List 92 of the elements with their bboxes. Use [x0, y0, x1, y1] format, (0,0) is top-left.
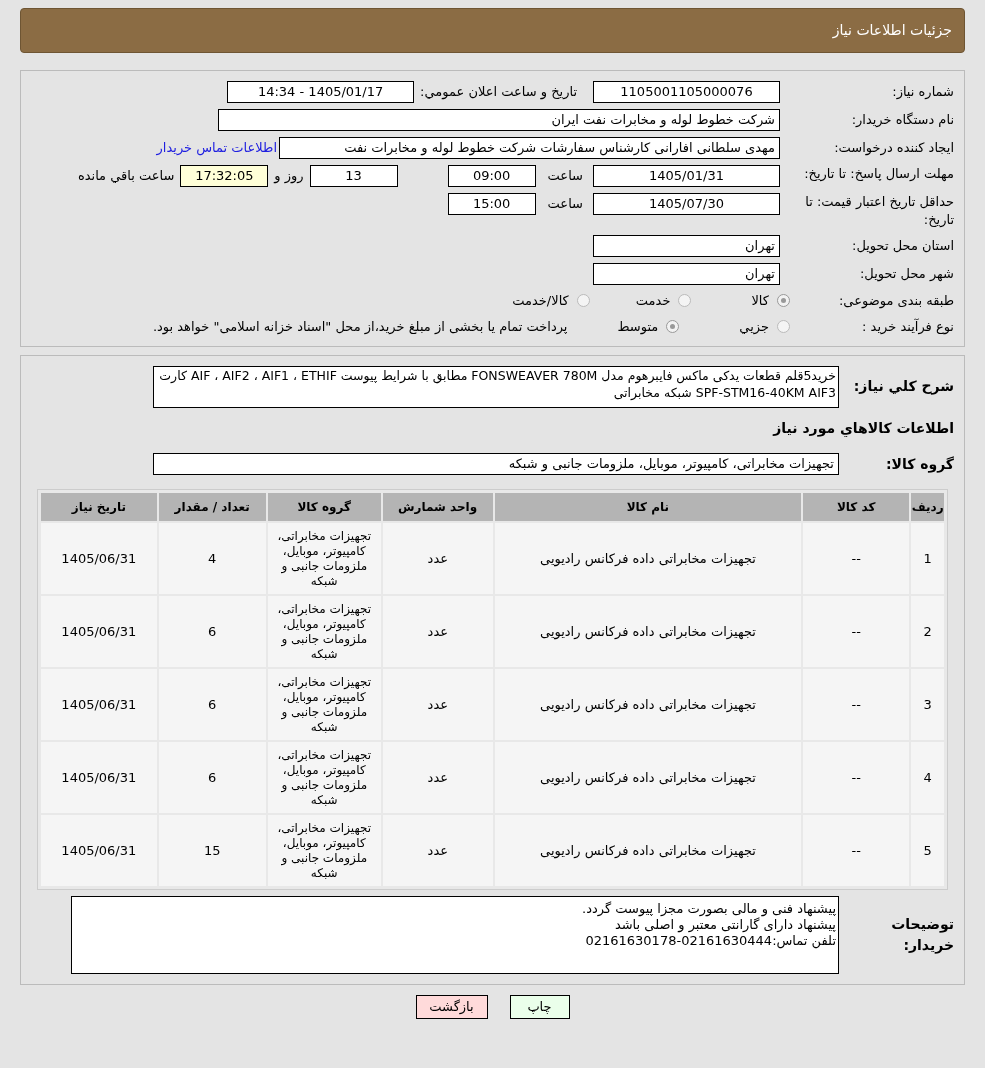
table-cell: 1405/06/31 — [61, 842, 137, 859]
table-cell: 3 — [923, 696, 932, 713]
table-cell: -- — [851, 696, 861, 713]
field-label: تاريخ و ساعت اعلان عمومي: — [420, 83, 577, 102]
section-title: اطلاعات كالاهاي مورد نياز — [771, 419, 954, 439]
radio-label: خدمت — [635, 292, 671, 310]
field-value: مهدی سلطانی افارانی کارشناس سفارشات شرکت خطوط لوله و مخابرات نفت — [279, 137, 780, 159]
table-cell: عدد — [427, 696, 448, 713]
table-cell: 5 — [923, 842, 932, 859]
back-button[interactable]: بازگشت — [415, 995, 488, 1019]
field-value: 09:00 — [447, 165, 536, 187]
table-cell: 4 — [208, 550, 217, 567]
notes-line: پیشنهاد فنی و مالی بصورت مجزا پیوست گردد. — [581, 901, 836, 917]
radio-label: كالا — [751, 292, 769, 310]
radio-button[interactable] — [678, 294, 692, 308]
radio-label: جزيي — [739, 317, 769, 336]
radio-label: كالا/خدمت — [512, 292, 569, 310]
field-value: تهران — [593, 235, 780, 257]
column-header: واحد شمارش — [382, 493, 493, 521]
table-cell-text: تجهیزات مخابراتی، کامپیوتر، موبایل، ملزومات جانبی و شبکه — [276, 601, 373, 662]
field-value: 1405/01/31 — [593, 165, 780, 187]
column-header: نام کالا — [494, 493, 802, 521]
purchase-note: پرداخت تمام یا بخشی از مبلغ خرید،از محل "اسناد خزانه اسلامی" خواهد بود. — [152, 317, 568, 336]
field-value: 1405/01/17 - 14:34 — [227, 81, 415, 103]
table-cell: عدد — [427, 842, 448, 859]
field-label: ساعت — [547, 167, 583, 185]
field-label: شرح كلي نياز: — [852, 377, 954, 397]
field-label: حداقل تاریخ اعتبار قیمت: تا تاریخ: — [804, 193, 954, 229]
radio-button[interactable] — [777, 319, 790, 333]
field-label: شماره نیاز: — [891, 83, 954, 102]
table-cell: 1405/06/31 — [61, 769, 137, 786]
field-value: 17:32:05 — [180, 165, 269, 187]
field-label: مهلت ارسال پاسخ: تا تاریخ: — [804, 165, 954, 183]
table-cell-text: تجهیزات مخابراتی، کامپیوتر، موبایل، ملزومات جانبی و شبکه — [276, 528, 373, 589]
field-label: استان محل تحویل: — [851, 237, 954, 256]
table-cell: تجهیزات مخابراتی داده فرکانس رادیویی — [540, 769, 756, 786]
table-cell: -- — [851, 842, 861, 859]
table-cell: عدد — [427, 769, 448, 786]
table-cell: -- — [851, 769, 861, 786]
field-label: ساعت — [547, 195, 583, 213]
table-cell-text: تجهیزات مخابراتی، کامپیوتر، موبایل، ملزومات جانبی و شبکه — [276, 820, 373, 881]
column-header: تاریخ نیاز — [41, 493, 157, 521]
table-cell: 1405/06/31 — [61, 696, 137, 713]
field-label: طبقه بندی موضوعی: — [837, 292, 954, 311]
column-header: گروه کالا — [267, 493, 381, 521]
table-cell-text: تجهیزات مخابراتی، کامپیوتر، موبایل، ملزومات جانبی و شبکه — [276, 747, 373, 808]
column-header: ردیف — [911, 493, 944, 521]
table-cell: تجهیزات مخابراتی داده فرکانس رادیویی — [540, 623, 756, 640]
table-cell: 4 — [923, 769, 932, 786]
table-cell: 1405/06/31 — [61, 550, 137, 567]
notes-line: تلفن تماس:02161630444-02161630178 — [584, 933, 836, 949]
print-button[interactable]: چاپ — [509, 995, 570, 1019]
field-label: نام دستگاه خریدار: — [850, 111, 954, 130]
radio-button[interactable] — [666, 319, 680, 333]
contact-link[interactable]: اطلاعات تماس خریدار — [156, 138, 277, 158]
table-cell: 1 — [923, 550, 932, 567]
field-label: روز و — [274, 167, 304, 186]
table-cell: -- — [851, 550, 861, 567]
table-cell: تجهیزات مخابراتی داده فرکانس رادیویی — [540, 842, 756, 859]
field-value: 1105001105000076 — [593, 81, 780, 103]
table-cell: 6 — [208, 769, 217, 786]
field-value: 13 — [309, 165, 398, 187]
field-value: 1405/07/30 — [593, 193, 780, 215]
table-cell-text: تجهیزات مخابراتی، کامپیوتر، موبایل، ملزومات جانبی و شبکه — [276, 674, 373, 735]
table-cell: عدد — [427, 623, 448, 640]
radio-button[interactable] — [777, 294, 790, 308]
page-title: جزئیات اطلاعات نیاز — [832, 21, 952, 41]
field-value: شرکت خطوط لوله و مخابرات نفت ایران — [218, 109, 780, 131]
table-cell: 6 — [208, 623, 217, 640]
field-value: تجهیزات مخابراتی، کامپیوتر، موبایل، ملزومات جانبی و شبکه — [153, 453, 839, 475]
field-value: تهران — [593, 263, 780, 285]
radio-label: متوسط — [617, 317, 659, 336]
table-cell: 2 — [923, 623, 932, 640]
table-cell: تجهیزات مخابراتی داده فرکانس رادیویی — [540, 696, 756, 713]
field-label: گروه کالا: — [884, 454, 954, 475]
radio-button[interactable] — [576, 294, 590, 308]
table-cell: تجهیزات مخابراتی داده فرکانس رادیویی — [540, 550, 756, 567]
notes-line: پیشنهاد دارای گارانتی معتبر و اصلی باشد — [613, 917, 836, 933]
table-cell: عدد — [427, 550, 448, 567]
table-cell: 6 — [208, 696, 217, 713]
field-label: توضیحات خریدار: — [890, 915, 954, 956]
description-box: خرید5قلم قطعات یدکی ماکس فایبرهوم مدل FONSWEAVER 780M مطابق با شرایط پیوست AIF ، AIF2 ، AIF1 ، ETHIF کارت SPF-STM16-40KM AIF3 شبکه مخابراتی — [153, 366, 839, 408]
table-cell: 15 — [203, 842, 221, 859]
table-cell: 1405/06/31 — [61, 623, 137, 640]
table-cell: -- — [851, 623, 861, 640]
field-label: ایجاد کننده درخواست: — [833, 139, 954, 158]
column-header: تعداد / مقدار — [158, 493, 266, 521]
field-label: نوع فرآیند خرید : — [861, 317, 954, 336]
field-value: 15:00 — [447, 193, 536, 215]
field-label: شهر محل تحویل: — [858, 265, 954, 284]
field-label: ساعت باقي مانده — [77, 167, 175, 185]
column-header: کد کالا — [803, 493, 910, 521]
